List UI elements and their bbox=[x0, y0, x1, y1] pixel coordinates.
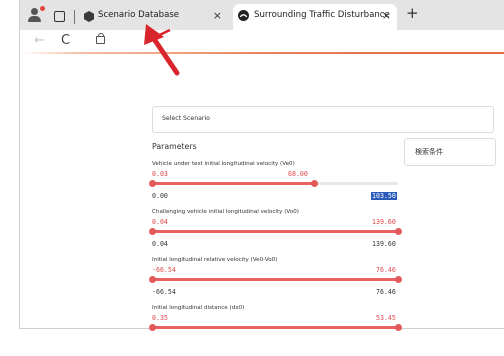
range-slider-fill bbox=[152, 278, 398, 281]
range-slider-fill bbox=[152, 326, 398, 329]
search-condition-text: 検索条件 bbox=[415, 148, 443, 156]
tab-strip: Scenario Database × Surrounding Traffic … bbox=[20, 0, 504, 30]
slider-min-handle[interactable] bbox=[149, 180, 156, 187]
max-value-input[interactable]: 103.50 bbox=[371, 192, 397, 200]
search-condition-input[interactable]: 検索条件 bbox=[404, 138, 496, 166]
browser-toolbar: ← C bbox=[20, 30, 504, 52]
range-max-label: 76.46 bbox=[376, 266, 396, 274]
range-min-label: -66.54 bbox=[152, 266, 176, 274]
range-slider-track[interactable] bbox=[149, 276, 402, 283]
app-logo-icon bbox=[238, 10, 249, 21]
tab-surrounding-traffic[interactable]: Surrounding Traffic Disturbance × bbox=[233, 4, 397, 30]
tab-actions-icon[interactable] bbox=[54, 11, 65, 22]
slider-max-handle[interactable] bbox=[395, 228, 402, 235]
range-max-label: 68.00 bbox=[288, 170, 308, 178]
notification-dot bbox=[40, 6, 45, 11]
slider-max-handle[interactable] bbox=[395, 324, 402, 331]
slider-min-handle[interactable] bbox=[149, 324, 156, 331]
param-label: Challenging vehicle initial longitudinal… bbox=[152, 209, 299, 215]
parameters-heading: Parameters bbox=[152, 142, 197, 151]
tab-close-button[interactable]: × bbox=[213, 9, 222, 22]
range-max-label: 139.60 bbox=[372, 218, 396, 226]
range-slider-track[interactable] bbox=[149, 180, 398, 187]
tab-separator bbox=[74, 10, 75, 24]
range-min-label: 0.03 bbox=[152, 170, 168, 178]
min-value-input[interactable]: 0.04 bbox=[152, 240, 168, 248]
range-slider-track[interactable] bbox=[149, 324, 402, 331]
tab-close-button[interactable]: × bbox=[382, 9, 391, 22]
max-value-input[interactable]: 139.60 bbox=[372, 240, 396, 248]
slider-min-handle[interactable] bbox=[149, 276, 156, 283]
range-max-label: 53.45 bbox=[376, 314, 396, 322]
range-slider-track[interactable] bbox=[149, 228, 402, 235]
param-label: Vehicle under test initial longitudinal … bbox=[152, 161, 295, 167]
tab-scenario-database[interactable]: Scenario Database × bbox=[80, 4, 228, 30]
tab-title: Surrounding Traffic Disturbance bbox=[254, 10, 390, 20]
back-button[interactable]: ← bbox=[34, 33, 45, 48]
param-label: Initial longitudinal relative velocity (… bbox=[152, 257, 278, 263]
site-info-icon[interactable] bbox=[96, 33, 105, 44]
range-min-label: 0.04 bbox=[152, 218, 168, 226]
max-value-input[interactable]: 76.46 bbox=[376, 288, 396, 296]
slider-max-handle[interactable] bbox=[395, 276, 402, 283]
range-slider-fill bbox=[152, 230, 398, 233]
tab-title: Scenario Database bbox=[98, 10, 180, 20]
reload-button[interactable]: C bbox=[61, 33, 70, 48]
hexagon-icon bbox=[84, 11, 94, 22]
scenario-select[interactable]: Select Scenario bbox=[152, 106, 494, 133]
scenario-select-placeholder: Select Scenario bbox=[162, 115, 210, 122]
profile-icon[interactable] bbox=[28, 6, 45, 22]
param-label: Initial longitudinal distance (dx0) bbox=[152, 305, 245, 311]
new-tab-button[interactable]: + bbox=[406, 4, 419, 22]
slider-max-handle[interactable] bbox=[310, 180, 318, 187]
range-slider-fill bbox=[152, 182, 314, 185]
min-value-input[interactable]: -66.54 bbox=[152, 288, 176, 296]
range-min-label: 0.35 bbox=[152, 314, 168, 322]
slider-min-handle[interactable] bbox=[149, 228, 156, 235]
min-value-input[interactable]: 0.00 bbox=[152, 192, 168, 200]
loading-accent-bar bbox=[20, 52, 504, 54]
